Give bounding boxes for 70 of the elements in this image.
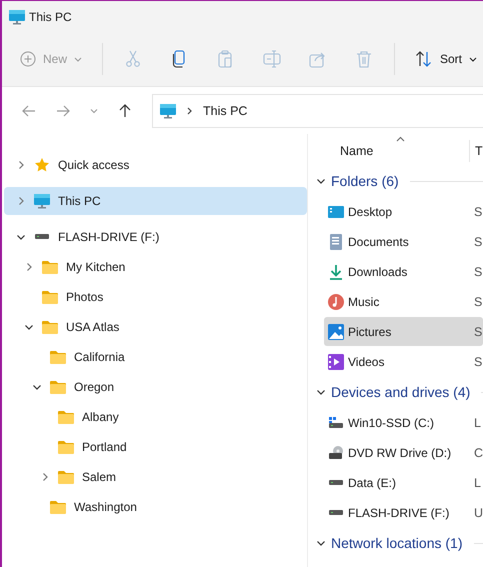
file-item[interactable]: Music S bbox=[324, 287, 483, 316]
group-header[interactable]: Devices and drives (4) bbox=[331, 384, 470, 400]
folder-icon bbox=[42, 320, 58, 334]
file-item[interactable]: Documents S bbox=[324, 227, 483, 256]
sort-button[interactable]: Sort bbox=[408, 45, 483, 73]
tree-item[interactable]: FLASH-DRIVE (F:) bbox=[4, 223, 307, 251]
breadcrumb[interactable]: This PC bbox=[203, 104, 248, 118]
monitor-icon bbox=[8, 8, 26, 24]
chevron-right-icon[interactable] bbox=[16, 160, 26, 170]
monitor-icon bbox=[159, 102, 177, 118]
group-header[interactable]: Network locations (1) bbox=[331, 535, 462, 551]
file-item[interactable]: Data (E:) L bbox=[324, 468, 483, 497]
video-icon bbox=[328, 354, 344, 370]
caret-icon bbox=[74, 56, 82, 62]
column-header[interactable]: T bbox=[475, 144, 483, 158]
folder-icon bbox=[42, 290, 58, 304]
tree-item[interactable]: USA Atlas bbox=[4, 313, 307, 341]
file-item[interactable]: Win10-SSD (C:) L bbox=[324, 408, 483, 437]
tree-item[interactable]: Portland bbox=[4, 433, 307, 461]
sort-icon bbox=[414, 51, 433, 67]
file-item[interactable]: FLASH-DRIVE (F:) U bbox=[324, 498, 483, 527]
chevron-right-icon[interactable] bbox=[40, 472, 50, 482]
chevron-down-icon[interactable] bbox=[24, 322, 34, 332]
chevron-down-icon[interactable] bbox=[16, 232, 26, 242]
tree-item[interactable]: Oregon bbox=[4, 373, 307, 401]
tree-item[interactable]: Photos bbox=[4, 283, 307, 311]
dvd-drive-icon bbox=[328, 444, 344, 460]
folder-icon bbox=[50, 380, 66, 394]
window-title: This PC bbox=[29, 10, 72, 24]
plus-icon bbox=[20, 51, 36, 67]
monitor-icon bbox=[33, 193, 51, 209]
drive-icon bbox=[328, 416, 344, 428]
tree-item[interactable]: This PC bbox=[4, 187, 307, 215]
folder-icon bbox=[50, 500, 66, 514]
file-item[interactable]: Videos S bbox=[324, 347, 483, 376]
folder-icon bbox=[50, 350, 66, 364]
picture-icon bbox=[328, 324, 344, 340]
tree-item[interactable]: Quick access bbox=[4, 151, 307, 179]
file-item[interactable]: Downloads S bbox=[324, 257, 483, 286]
folder-icon bbox=[58, 440, 74, 454]
tree-item[interactable]: Albany bbox=[4, 403, 307, 431]
star-icon bbox=[34, 157, 50, 173]
download-icon bbox=[328, 264, 344, 280]
chevron-right-icon[interactable] bbox=[24, 262, 34, 272]
document-icon bbox=[328, 234, 344, 250]
group-header[interactable]: Folders (6) bbox=[331, 173, 399, 189]
caret-icon bbox=[468, 56, 477, 62]
tree-item[interactable]: My Kitchen bbox=[4, 253, 307, 281]
file-item[interactable]: Desktop S bbox=[324, 197, 483, 226]
folder-icon bbox=[42, 260, 58, 274]
chevron-down-icon[interactable] bbox=[316, 176, 326, 186]
file-item[interactable]: DVD RW Drive (D:) C bbox=[324, 438, 483, 467]
tree-item[interactable]: Salem bbox=[4, 463, 307, 491]
folder-icon bbox=[58, 470, 74, 484]
chevron-right-icon bbox=[187, 106, 193, 114]
drive-icon bbox=[34, 234, 50, 240]
desktop-icon bbox=[328, 204, 344, 220]
column-header[interactable]: Name bbox=[340, 144, 400, 158]
folder-icon bbox=[58, 410, 74, 424]
address-bar[interactable]: This PC bbox=[152, 94, 483, 128]
chevron-down-icon[interactable] bbox=[316, 538, 326, 548]
chevron-down-icon[interactable] bbox=[316, 387, 326, 397]
file-item[interactable]: Pictures S bbox=[324, 317, 483, 346]
drive-icon bbox=[328, 480, 344, 486]
drive-icon bbox=[328, 510, 344, 516]
music-icon bbox=[328, 294, 344, 310]
tree-item[interactable]: Washington bbox=[4, 493, 307, 521]
tree-item[interactable]: California bbox=[4, 343, 307, 371]
chevron-right-icon[interactable] bbox=[16, 196, 26, 206]
chevron-down-icon[interactable] bbox=[32, 382, 42, 392]
